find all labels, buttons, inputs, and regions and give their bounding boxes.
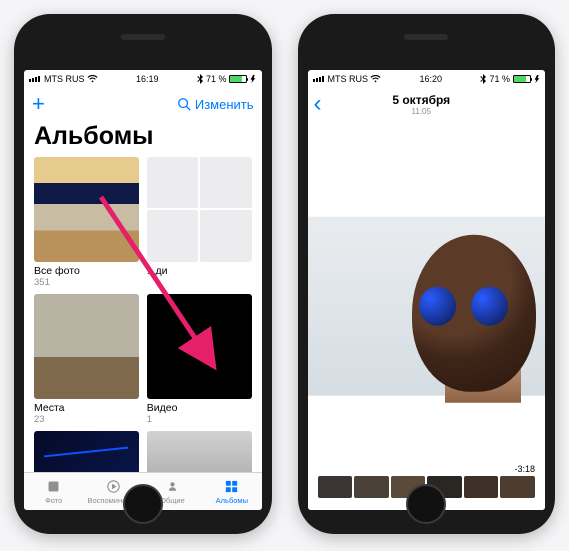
battery-pct: 71 % xyxy=(489,74,510,84)
album-count: 23 xyxy=(34,414,139,425)
bluetooth-icon xyxy=(480,74,486,84)
memories-icon xyxy=(105,478,122,495)
home-button[interactable] xyxy=(406,484,446,524)
add-button[interactable]: + xyxy=(32,93,45,115)
tab-photos[interactable]: Фото xyxy=(24,473,83,510)
screen-albums: MTS RUS 16:19 71 % + Изменить Альбомы Вс… xyxy=(24,70,262,510)
navbar: + Изменить xyxy=(24,88,262,120)
charging-icon xyxy=(250,75,256,83)
album-thumb xyxy=(34,294,139,399)
album-thumb xyxy=(34,157,139,262)
battery-icon xyxy=(229,75,247,83)
carrier-label: MTS RUS xyxy=(44,74,85,84)
tab-label: Общие xyxy=(160,496,185,505)
nav-title: 5 октября xyxy=(392,93,450,107)
tab-albums[interactable]: Альбомы xyxy=(202,473,261,510)
status-bar: MTS RUS 16:19 71 % xyxy=(24,70,262,88)
back-button[interactable]: ‹ xyxy=(314,92,322,116)
bluetooth-icon xyxy=(197,74,203,84)
album-all-photos[interactable]: Все фото 351 xyxy=(34,157,139,288)
albums-icon xyxy=(223,478,240,495)
nav-subtitle: 11:05 xyxy=(392,107,450,116)
album-title: Видео xyxy=(147,402,252,414)
album-extra-2[interactable] xyxy=(147,431,252,473)
album-people[interactable]: ...ди xyxy=(147,157,252,288)
album-thumb xyxy=(147,431,252,473)
album-thumb xyxy=(147,157,252,262)
phone-frame-right: MTS RUS 16:20 71 % ‹ 5 октября 11:05 xyxy=(298,14,556,534)
album-title: Все фото xyxy=(34,265,139,277)
phone-frame-left: MTS RUS 16:19 71 % + Изменить Альбомы Вс… xyxy=(14,14,272,534)
tab-label: Фото xyxy=(45,496,62,505)
navbar: ‹ 5 октября 11:05 xyxy=(308,88,546,120)
search-icon[interactable] xyxy=(177,97,191,111)
album-count: 1 xyxy=(147,414,252,425)
album-count: 351 xyxy=(34,277,139,288)
tab-label: Альбомы xyxy=(216,496,248,505)
shared-icon xyxy=(164,478,181,495)
charging-icon xyxy=(534,75,540,83)
battery-pct: 71 % xyxy=(206,74,227,84)
edit-button[interactable]: Изменить xyxy=(195,97,254,112)
video-frame xyxy=(308,152,546,460)
status-bar: MTS RUS 16:20 71 % xyxy=(308,70,546,88)
album-thumb xyxy=(147,294,252,399)
screen-video: MTS RUS 16:20 71 % ‹ 5 октября 11:05 xyxy=(308,70,546,510)
albums-grid: Все фото 351 ...ди Места 23 Видео 1 xyxy=(24,157,262,472)
album-places[interactable]: Места 23 xyxy=(34,294,139,425)
album-title: Места xyxy=(34,402,139,414)
wifi-icon xyxy=(370,75,381,83)
signal-icon xyxy=(313,76,324,82)
clock-label: 16:20 xyxy=(419,74,442,84)
wifi-icon xyxy=(87,75,98,83)
album-videos[interactable]: Видео 1 xyxy=(147,294,252,425)
signal-icon xyxy=(29,76,40,82)
album-thumb xyxy=(34,431,139,473)
page-title: Альбомы xyxy=(24,120,262,157)
album-title: ...ди xyxy=(147,265,252,277)
album-extra[interactable] xyxy=(34,431,139,473)
home-button[interactable] xyxy=(123,484,163,524)
clock-label: 16:19 xyxy=(136,74,159,84)
photos-icon xyxy=(45,478,62,495)
carrier-label: MTS RUS xyxy=(328,74,369,84)
battery-icon xyxy=(513,75,531,83)
video-area[interactable]: -3:18 ❚❚ xyxy=(308,120,546,510)
time-remaining: -3:18 xyxy=(318,464,536,474)
